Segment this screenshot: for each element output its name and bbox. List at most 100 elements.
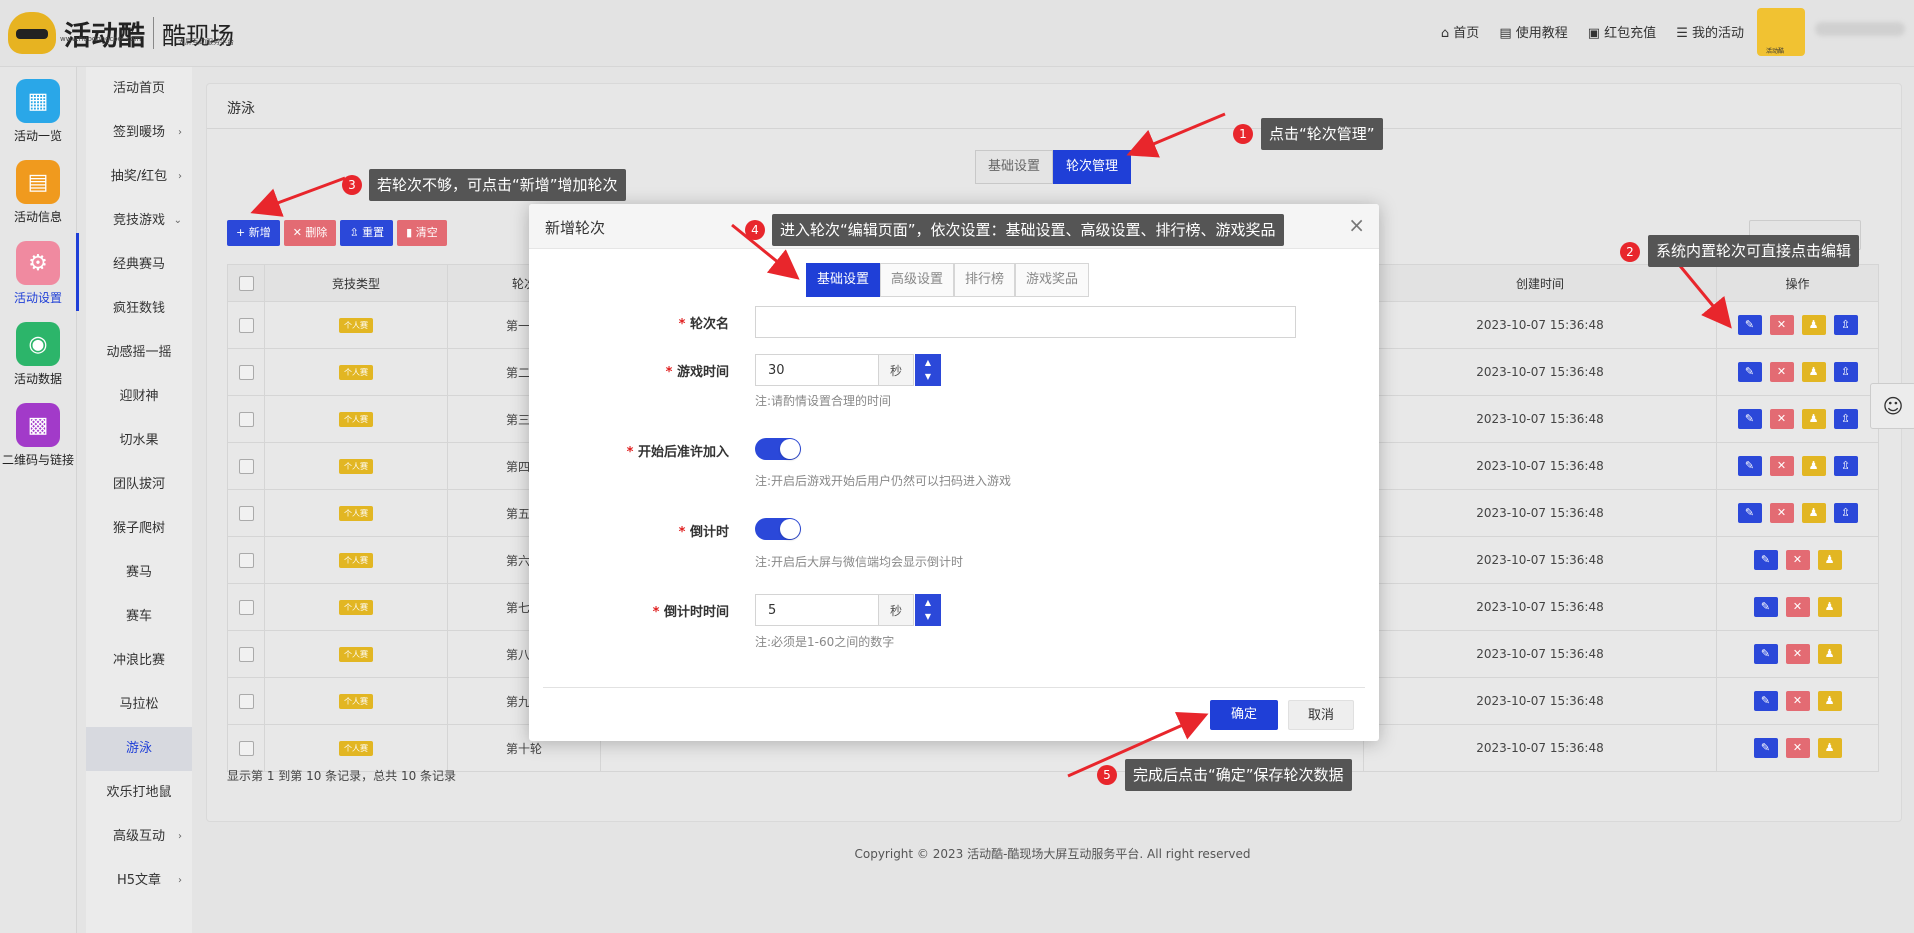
submenu-item[interactable]: 签到暖场 › bbox=[86, 111, 192, 155]
nav-my-events[interactable]: ☰ 我的活动 bbox=[1676, 22, 1744, 41]
submenu-item-swimming[interactable]: 游泳 bbox=[86, 727, 192, 771]
sidebar-item-data[interactable]: ◉ 活动数据 bbox=[0, 314, 76, 392]
row-checkbox[interactable] bbox=[238, 740, 254, 756]
submenu-item[interactable]: 活动首页 bbox=[86, 67, 192, 111]
game-time-input[interactable]: 30 bbox=[755, 354, 879, 386]
edit-icon[interactable]: ✎ bbox=[1737, 456, 1762, 476]
support-icon[interactable]: ☺ bbox=[1870, 383, 1914, 429]
tab-round-management[interactable]: 轮次管理 bbox=[1053, 150, 1132, 184]
sidebar-item-overview[interactable]: ▦ 活动一览 bbox=[0, 71, 76, 149]
edit-icon[interactable]: ✎ bbox=[1753, 738, 1778, 758]
row-checkbox[interactable] bbox=[238, 646, 254, 662]
delete-icon[interactable]: ✕ bbox=[1785, 691, 1810, 711]
clear-button[interactable]: ▮ 清空 bbox=[397, 220, 447, 246]
export-icon[interactable]: ⇫ bbox=[1833, 362, 1858, 382]
tab-prizes[interactable]: 游戏奖品 bbox=[1015, 263, 1090, 297]
stepper-icon[interactable]: ▲ ▼ bbox=[915, 354, 941, 386]
row-checkbox[interactable] bbox=[238, 364, 254, 380]
user-icon[interactable]: ♟ bbox=[1801, 315, 1826, 335]
delete-icon[interactable]: ✕ bbox=[1769, 409, 1794, 429]
nav-recharge[interactable]: ▣ 红包充值 bbox=[1588, 22, 1656, 41]
tab-leaderboard[interactable]: 排行榜 bbox=[954, 263, 1016, 297]
submenu-item[interactable]: 赛车 bbox=[86, 595, 192, 639]
add-button[interactable]: + 新增 bbox=[227, 220, 280, 246]
edit-icon[interactable]: ✎ bbox=[1737, 409, 1762, 429]
export-icon[interactable]: ⇫ bbox=[1833, 456, 1858, 476]
delete-icon[interactable]: ✕ bbox=[1785, 738, 1810, 758]
edit-icon[interactable]: ✎ bbox=[1737, 315, 1762, 335]
tab-basic[interactable]: 基础设置 bbox=[806, 263, 881, 297]
row-checkbox[interactable] bbox=[238, 458, 254, 474]
sidebar-label: 活动一览 bbox=[13, 129, 62, 143]
submenu-item[interactable]: 经典赛马 bbox=[86, 243, 192, 287]
submenu-item[interactable]: 抽奖/红包 › bbox=[86, 155, 192, 199]
row-checkbox[interactable] bbox=[238, 552, 254, 568]
countdown-time-input[interactable]: 5 bbox=[755, 594, 879, 626]
confirm-button[interactable]: 确定 bbox=[1210, 700, 1278, 730]
edit-icon[interactable]: ✎ bbox=[1753, 644, 1778, 664]
nav-home[interactable]: ⌂ 首页 bbox=[1441, 22, 1479, 41]
delete-icon[interactable]: ✕ bbox=[1785, 644, 1810, 664]
delete-icon[interactable]: ✕ bbox=[1769, 503, 1794, 523]
submenu-item[interactable]: 欢乐打地鼠 bbox=[86, 771, 192, 815]
submenu-item[interactable]: 迎财神 bbox=[86, 375, 192, 419]
submenu-item[interactable]: 竞技游戏 ⌄ bbox=[86, 199, 192, 243]
submenu-item[interactable]: 切水果 bbox=[86, 419, 192, 463]
edit-icon[interactable]: ✎ bbox=[1753, 597, 1778, 617]
cancel-button[interactable]: 取消 bbox=[1288, 700, 1354, 730]
submenu-item[interactable]: 冲浪比赛 bbox=[86, 639, 192, 683]
user-icon[interactable]: ♟ bbox=[1817, 691, 1842, 711]
round-name-input[interactable] bbox=[755, 306, 1296, 338]
allow-join-toggle[interactable] bbox=[755, 438, 801, 460]
delete-icon[interactable]: ✕ bbox=[1785, 597, 1810, 617]
row-checkbox[interactable] bbox=[238, 693, 254, 709]
reset-button[interactable]: ⇫ 重置 bbox=[340, 220, 394, 246]
delete-button[interactable]: ✕ 删除 bbox=[283, 220, 337, 246]
user-icon[interactable]: ♟ bbox=[1817, 644, 1842, 664]
tab-basic-settings[interactable]: 基础设置 bbox=[975, 150, 1054, 184]
submenu-item[interactable]: 马拉松 bbox=[86, 683, 192, 727]
nav-tutorial[interactable]: ▤ 使用教程 bbox=[1499, 22, 1567, 41]
delete-icon[interactable]: ✕ bbox=[1769, 315, 1794, 335]
edit-icon[interactable]: ✎ bbox=[1753, 550, 1778, 570]
edit-icon[interactable]: ✎ bbox=[1737, 503, 1762, 523]
user-icon[interactable]: ♟ bbox=[1801, 409, 1826, 429]
sidebar-item-info[interactable]: ▤ 活动信息 bbox=[0, 152, 76, 230]
export-icon[interactable]: ⇫ bbox=[1833, 409, 1858, 429]
submenu-item[interactable]: 动感摇一摇 bbox=[86, 331, 192, 375]
row-checkbox[interactable] bbox=[238, 317, 254, 333]
sidebar-item-qrcode[interactable]: ▩ 二维码与链接 bbox=[0, 395, 76, 473]
username-blurred[interactable] bbox=[1815, 22, 1905, 36]
created-time-cell: 2023-10-07 15:36:48 bbox=[1363, 630, 1717, 678]
sidebar: ▦ 活动一览 ▤ 活动信息 ⚙ 活动设置 ◉ 活动数据 ▩ 二维码与链接 bbox=[0, 67, 79, 933]
delete-icon[interactable]: ✕ bbox=[1769, 456, 1794, 476]
logo[interactable]: 活动酷 酷现场 bbox=[8, 10, 234, 56]
export-icon[interactable]: ⇫ bbox=[1833, 315, 1858, 335]
user-icon[interactable]: ♟ bbox=[1801, 456, 1826, 476]
user-icon[interactable]: ♟ bbox=[1801, 362, 1826, 382]
submenu-item[interactable]: 疯狂数钱 bbox=[86, 287, 192, 331]
user-icon[interactable]: ♟ bbox=[1817, 550, 1842, 570]
user-icon[interactable]: ♟ bbox=[1817, 597, 1842, 617]
top-nav: ⌂ 首页 ▤ 使用教程 ▣ 红包充值 ☰ 我的活动 bbox=[1441, 22, 1744, 41]
row-checkbox[interactable] bbox=[238, 505, 254, 521]
countdown-toggle[interactable] bbox=[755, 518, 801, 540]
delete-icon[interactable]: ✕ bbox=[1769, 362, 1794, 382]
tab-advanced[interactable]: 高级设置 bbox=[880, 263, 955, 297]
export-icon[interactable]: ⇫ bbox=[1833, 503, 1858, 523]
submenu-item[interactable]: 团队拔河 bbox=[86, 463, 192, 507]
submenu-item[interactable]: 猴子爬树 bbox=[86, 507, 192, 551]
select-all-checkbox[interactable] bbox=[238, 275, 254, 291]
user-icon[interactable]: ♟ bbox=[1801, 503, 1826, 523]
edit-icon[interactable]: ✎ bbox=[1737, 362, 1762, 382]
close-icon[interactable]: × bbox=[1348, 213, 1365, 237]
submenu-item[interactable]: H5文章 › bbox=[86, 859, 192, 903]
row-checkbox[interactable] bbox=[238, 411, 254, 427]
delete-icon[interactable]: ✕ bbox=[1785, 550, 1810, 570]
sidebar-item-settings[interactable]: ⚙ 活动设置 bbox=[0, 233, 79, 311]
user-icon[interactable]: ♟ bbox=[1817, 738, 1842, 758]
stepper-icon[interactable]: ▲ ▼ bbox=[915, 594, 941, 626]
edit-icon[interactable]: ✎ bbox=[1753, 691, 1778, 711]
submenu-item[interactable]: 赛马 bbox=[86, 551, 192, 595]
row-checkbox[interactable] bbox=[238, 599, 254, 615]
